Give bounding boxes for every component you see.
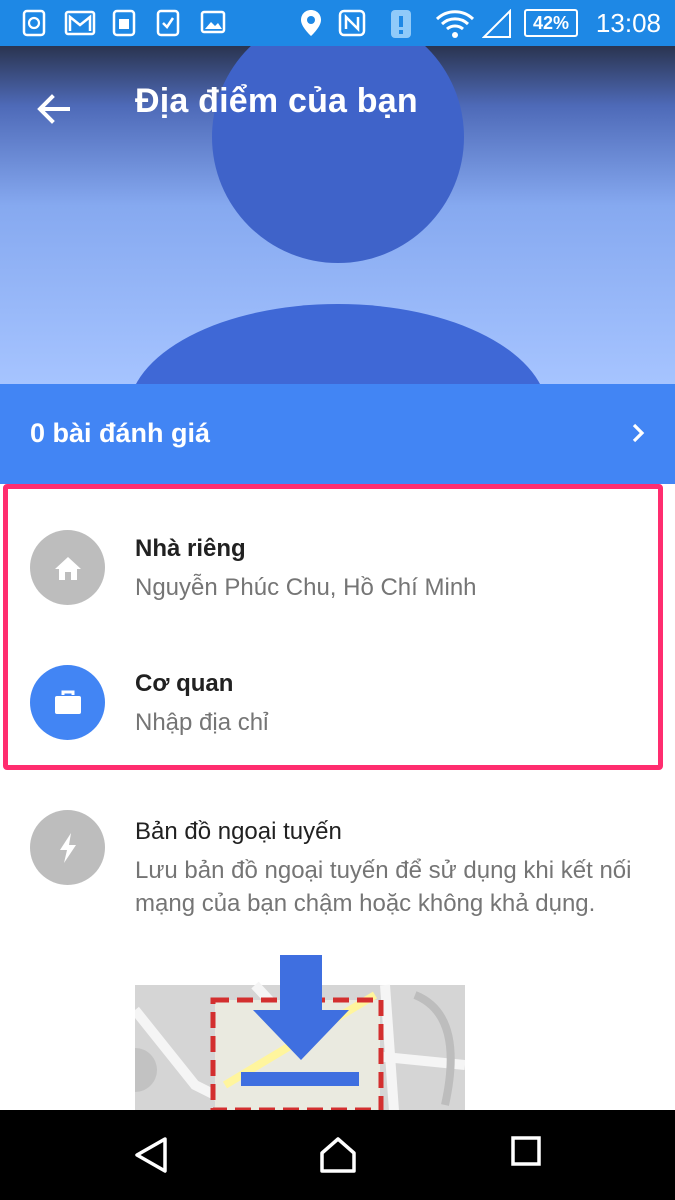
back-icon[interactable] (132, 1135, 170, 1175)
place-work[interactable]: Cơ quan Nhập địa chỉ (0, 635, 675, 765)
avatar-head (212, 46, 464, 263)
bolt-icon (59, 832, 76, 863)
clipboard-check-icon (156, 9, 180, 37)
place-address: Nhập địa chỉ (135, 709, 269, 736)
page-title: Địa điểm của bạn (135, 82, 418, 120)
offline-maps-card[interactable]: Bản đồ ngoại tuyến Lưu bản đồ ngoại tuyế… (0, 790, 675, 1120)
offline-maps-title: Bản đồ ngoại tuyến (135, 818, 342, 845)
offline-map-download-illustration (135, 955, 465, 1110)
system-nav-bar (0, 1110, 675, 1200)
sync-icon (22, 9, 46, 37)
back-arrow-icon (37, 94, 70, 124)
place-home[interactable]: Nhà riêng Nguyễn Phúc Chu, Hồ Chí Minh (0, 500, 675, 630)
home-icon[interactable] (318, 1135, 358, 1175)
place-address: Nguyễn Phúc Chu, Hồ Chí Minh (135, 574, 477, 601)
clock: 13:08 (595, 8, 661, 38)
gmail-icon (64, 10, 96, 36)
nfc-icon (338, 9, 366, 37)
back-button[interactable] (28, 84, 78, 134)
sim-icon (112, 9, 136, 37)
place-name: Cơ quan (135, 670, 234, 697)
home-icon-circle (30, 530, 105, 605)
avatar-body (128, 304, 548, 384)
place-name: Nhà riêng (135, 535, 246, 562)
image-icon (200, 10, 226, 34)
reviews-row[interactable]: 0 bài đánh giá (0, 384, 675, 484)
briefcase-icon (54, 690, 81, 714)
offline-maps-description: Lưu bản đồ ngoại tuyến để sử dụng khi kế… (135, 857, 632, 917)
work-icon-circle (30, 665, 105, 740)
battery-level: 42% (532, 12, 570, 33)
reviews-label: 0 bài đánh giá (30, 418, 211, 448)
chevron-right-icon (632, 423, 645, 443)
offline-icon-circle (30, 810, 105, 885)
alert-icon (391, 10, 411, 38)
profile-header: Địa điểm của bạn (0, 46, 675, 384)
home-icon (54, 556, 81, 580)
battery-icon: 42% (524, 9, 578, 37)
status-bar: 42% 13:08 (0, 0, 675, 46)
recents-icon[interactable] (510, 1135, 542, 1167)
location-icon (301, 10, 321, 36)
wifi-icon (435, 10, 475, 38)
signal-icon (482, 9, 511, 38)
